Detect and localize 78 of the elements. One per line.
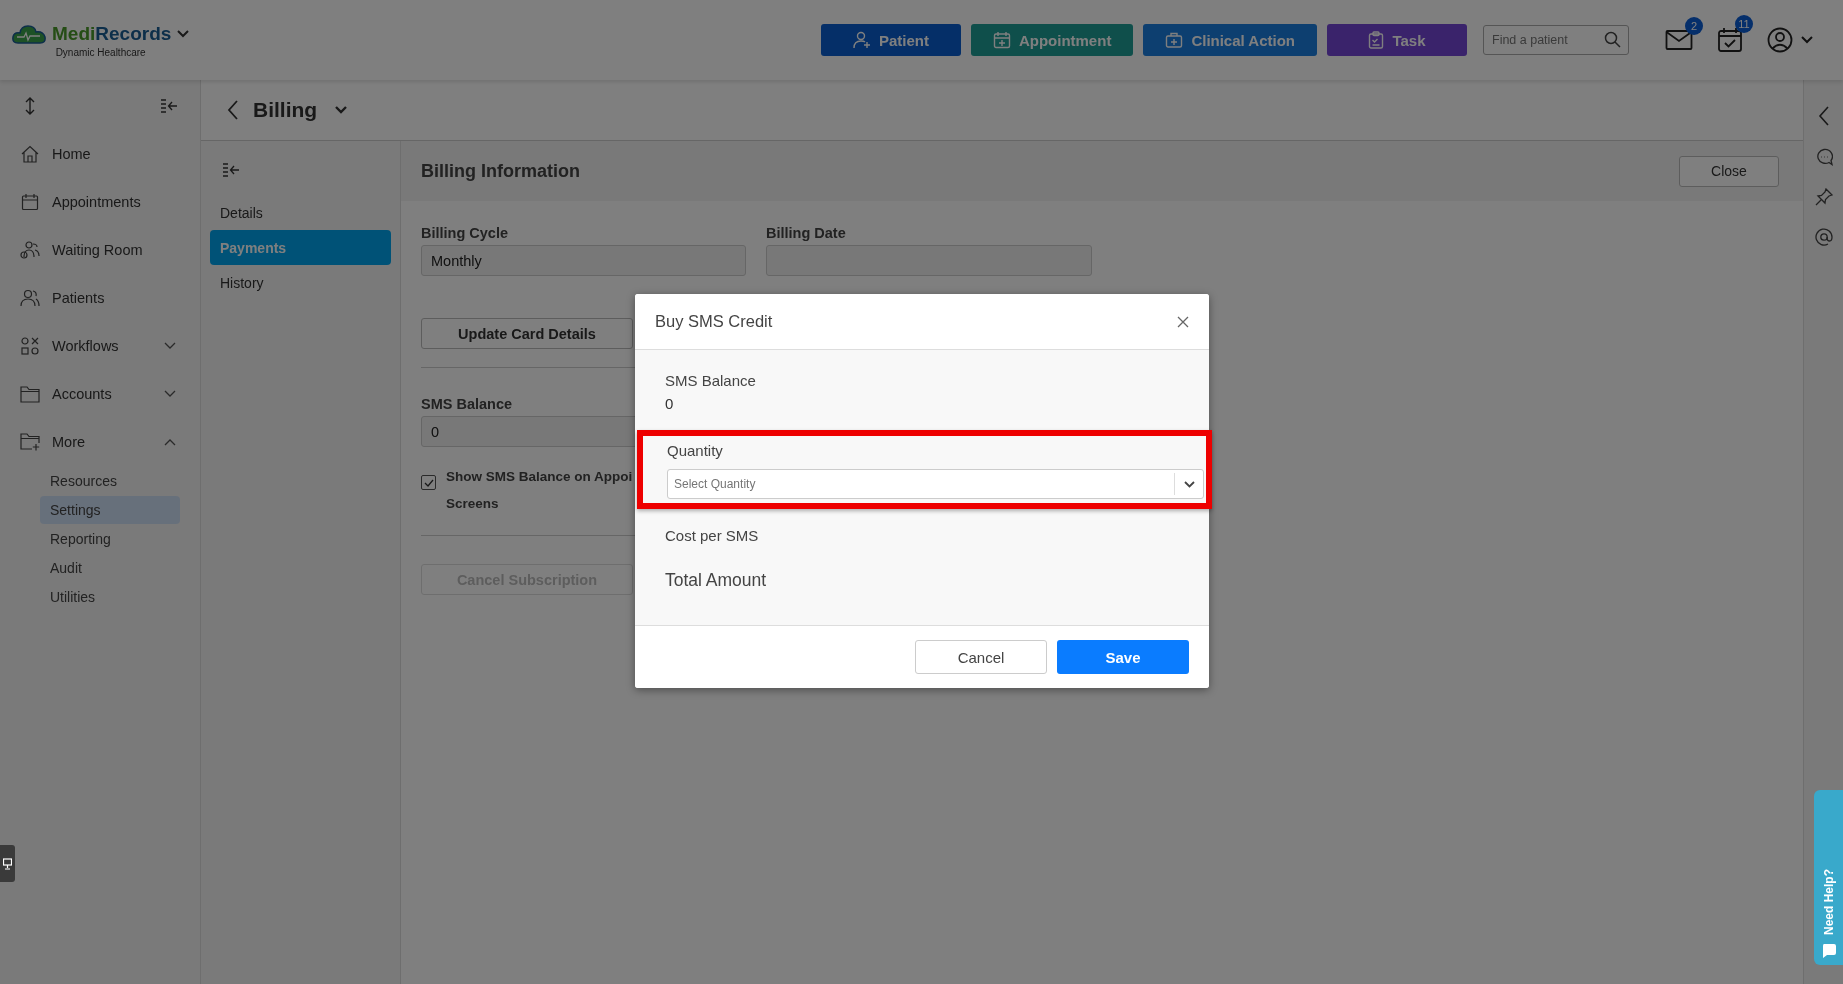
- action-button[interactable]: Patient: [820, 24, 961, 56]
- action-button[interactable]: Appointment: [970, 24, 1134, 56]
- section-title: Billing Information: [421, 160, 580, 182]
- chat-bubble-icon: [1820, 943, 1837, 959]
- folder-plus-icon: [20, 433, 40, 451]
- subnav-tab[interactable]: History: [210, 265, 391, 300]
- search-icon[interactable]: [1604, 31, 1621, 48]
- sidebar-subitem[interactable]: Utilities: [40, 583, 180, 611]
- pin-icon[interactable]: [1814, 188, 1833, 206]
- vertical-arrows-icon[interactable]: [24, 97, 36, 115]
- mail-icon[interactable]: [1665, 29, 1693, 51]
- sidebar-subitem[interactable]: Resources: [40, 467, 180, 495]
- close-icon[interactable]: [1177, 315, 1189, 328]
- billing-date-field[interactable]: [766, 245, 1092, 276]
- sidebar-item[interactable]: Waiting Room: [20, 226, 180, 274]
- calendar-check-icon[interactable]: [1717, 27, 1743, 53]
- sidebar-item[interactable]: Accounts: [20, 370, 180, 418]
- calendar-plus-icon: [992, 31, 1011, 49]
- chevron-down-icon[interactable]: [335, 106, 348, 114]
- people-icon: [20, 289, 40, 307]
- need-help-tab[interactable]: Need Help?: [1814, 790, 1843, 965]
- people-icon: [20, 241, 40, 259]
- sidebar-item[interactable]: Appointments: [20, 178, 180, 226]
- brand-subtitle: Dynamic Healthcare: [55, 46, 146, 58]
- folder-icon: [20, 385, 40, 403]
- side-tab[interactable]: [0, 845, 15, 882]
- close-button[interactable]: Close: [1679, 155, 1779, 187]
- sidebar-item[interactable]: Patients: [20, 274, 180, 322]
- subnav-tab[interactable]: Payments: [210, 230, 391, 265]
- field-label: SMS Balance: [421, 396, 513, 412]
- chevron-down-icon[interactable]: [1801, 36, 1813, 44]
- notification-badge: 11: [1735, 15, 1753, 33]
- checkbox[interactable]: [421, 475, 436, 490]
- sidebar-subitem[interactable]: Settings: [40, 496, 180, 524]
- user-avatar-icon[interactable]: [1767, 27, 1793, 53]
- sidebar-subitem[interactable]: Audit: [40, 554, 180, 582]
- field-label: Billing Cycle: [421, 225, 509, 241]
- sidebar-item[interactable]: Workflows: [20, 322, 180, 370]
- workflow-icon: [20, 337, 40, 355]
- at-sign-icon[interactable]: [1814, 228, 1833, 246]
- page-title: Billing: [253, 98, 318, 122]
- sidebar-item[interactable]: More: [20, 418, 180, 466]
- chevron-left-icon[interactable]: [1817, 106, 1830, 126]
- cancel-button[interactable]: Cancel: [915, 640, 1047, 674]
- back-chevron-icon[interactable]: [227, 100, 239, 120]
- sms-balance-value: 0: [665, 395, 674, 412]
- chevron-up-icon[interactable]: [164, 438, 176, 446]
- clipboard-check-icon: [1368, 31, 1385, 49]
- field-label: Cost per SMS: [665, 527, 759, 544]
- dialog-title: Buy SMS Credit: [655, 312, 773, 331]
- cloud-logo-icon: [12, 22, 46, 45]
- calendar-icon: [20, 193, 40, 211]
- checkbox-label: Show SMS Balance on Appoi: [446, 468, 633, 486]
- save-button[interactable]: Save: [1057, 640, 1189, 674]
- sidebar-item[interactable]: Home: [20, 130, 180, 178]
- subnav-tab[interactable]: Details: [210, 195, 391, 230]
- checkbox-label: Screens: [446, 495, 499, 513]
- field-label: SMS Balance: [665, 372, 756, 389]
- collapse-menu-icon[interactable]: [160, 99, 178, 113]
- monitor-icon: [3, 857, 12, 870]
- quantity-dropdown[interactable]: Select Quantity: [667, 469, 1204, 499]
- collapse-menu-icon[interactable]: [222, 163, 240, 177]
- total-amount-label: Total Amount: [665, 570, 767, 591]
- sidebar-subitem[interactable]: Reporting: [40, 525, 180, 553]
- action-button[interactable]: Task: [1327, 24, 1467, 56]
- person-add-icon: [852, 31, 871, 49]
- update-card-button[interactable]: Update Card Details: [421, 318, 633, 349]
- notification-badge: 2: [1685, 17, 1703, 35]
- search-field[interactable]: Find a patient: [1483, 25, 1629, 55]
- field-label: Billing Date: [766, 225, 846, 241]
- brand-name[interactable]: MediRecords: [52, 22, 172, 45]
- action-button[interactable]: Clinical Action: [1143, 24, 1317, 56]
- chevron-down-icon[interactable]: [1184, 481, 1195, 488]
- chevron-down-icon[interactable]: [177, 29, 190, 38]
- house-icon: [20, 145, 40, 163]
- medical-kit-icon: [1165, 31, 1184, 49]
- billing-cycle-field[interactable]: Monthly: [421, 245, 746, 276]
- chat-bubble-icon[interactable]: [1814, 148, 1833, 166]
